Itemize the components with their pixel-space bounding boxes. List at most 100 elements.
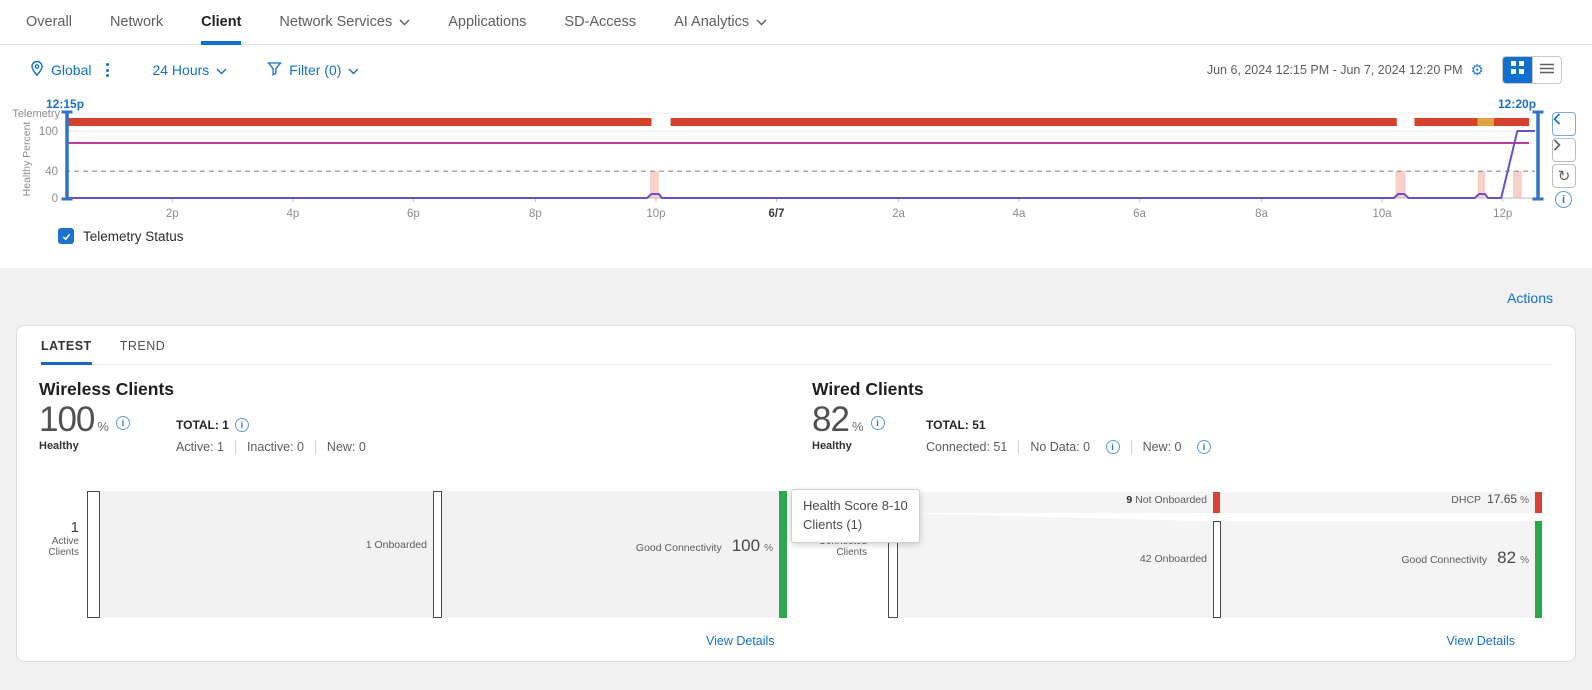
- wired-health-unit: %: [852, 419, 864, 434]
- svg-text:10p: 10p: [646, 208, 665, 220]
- info-icon[interactable]: [1197, 440, 1211, 454]
- tab-network-services-label: Network Services: [279, 14, 392, 30]
- svg-text:40: 40: [45, 166, 58, 178]
- tooltip-line1: Health Score 8-10: [803, 497, 908, 516]
- telemetry-status-checkbox[interactable]: [58, 228, 74, 244]
- dashboard-view-button[interactable]: [1503, 57, 1532, 83]
- chevron-down-icon: [399, 14, 410, 30]
- wired-good-connectivity-bar[interactable]: [1535, 521, 1542, 618]
- wired-stat-new: New: 0: [1143, 440, 1211, 454]
- wireless-view-details-link[interactable]: View Details: [706, 634, 775, 648]
- info-icon[interactable]: [235, 418, 249, 432]
- wired-health-value: 82: [812, 402, 849, 437]
- health-score-tooltip: Health Score 8-10 Clients (1): [791, 489, 920, 543]
- wireless-source-bar[interactable]: [87, 491, 100, 618]
- wireless-onboarded-bar[interactable]: [433, 491, 442, 618]
- client-health-card: LATEST TREND Wireless Clients 100 % Heal…: [16, 325, 1576, 662]
- timeline-svg: 2p4p6p8p10p6/72a4a6a8a10a12pTelemetry100…: [0, 95, 1592, 230]
- site-scope-label: Global: [51, 62, 91, 78]
- time-range-label: 24 Hours: [152, 62, 209, 78]
- tab-client[interactable]: Client: [201, 0, 241, 45]
- card-tab-row: LATEST TREND: [41, 339, 1551, 365]
- wired-not-onboarded-bar[interactable]: [1213, 492, 1220, 513]
- svg-text:6p: 6p: [407, 208, 420, 220]
- tab-network-label: Network: [110, 14, 163, 30]
- wired-health-block: 82 % Healthy: [812, 402, 885, 452]
- wired-stat-connected: Connected: 51: [926, 440, 1007, 454]
- filter-button[interactable]: Filter (0): [267, 62, 359, 79]
- list-view-button[interactable]: [1532, 57, 1561, 83]
- wireless-stat-active: Active: 1: [176, 440, 224, 454]
- chevron-down-icon: [216, 62, 227, 78]
- refresh-icon: ↻: [1558, 169, 1571, 184]
- time-range-selector[interactable]: 24 Hours: [152, 62, 227, 78]
- top-nav: Overall Network Client Network Services …: [0, 0, 1592, 45]
- wired-flow-onboarded: [898, 513, 1213, 618]
- wireless-connectivity-label: Good Connectivity 100 %: [573, 536, 773, 556]
- tab-network-services[interactable]: Network Services: [279, 0, 410, 45]
- actions-link[interactable]: Actions: [1507, 290, 1553, 306]
- tab-sd-access-label: SD-Access: [564, 14, 636, 30]
- site-scope-selector[interactable]: Global: [30, 60, 91, 80]
- telemetry-status-label: Telemetry Status: [83, 229, 184, 244]
- kebab-menu-icon[interactable]: [103, 60, 112, 80]
- filter-funnel-icon: [267, 62, 282, 79]
- tab-network[interactable]: Network: [110, 0, 163, 45]
- svg-text:2a: 2a: [892, 208, 905, 220]
- wireless-good-connectivity-bar[interactable]: [779, 491, 787, 618]
- tab-applications-label: Applications: [448, 14, 526, 30]
- tooltip-line2: Clients (1): [803, 516, 908, 535]
- divider: [235, 440, 236, 454]
- svg-text:4a: 4a: [1013, 208, 1026, 220]
- range-start-time: 12:15p: [46, 97, 84, 111]
- tab-sd-access[interactable]: SD-Access: [564, 0, 636, 45]
- wired-dhcp-bar[interactable]: [1535, 492, 1542, 513]
- pan-left-button[interactable]: [1552, 112, 1576, 136]
- pan-right-button[interactable]: [1552, 138, 1576, 162]
- timeline-legend: Telemetry Status: [58, 228, 184, 244]
- refresh-button[interactable]: ↻: [1552, 164, 1576, 188]
- info-icon[interactable]: [871, 416, 885, 430]
- filter-label: Filter (0): [289, 62, 341, 78]
- chevron-down-icon: [756, 14, 767, 30]
- tab-trend[interactable]: TREND: [120, 339, 166, 364]
- wireless-source-label: 1 Active Clients: [35, 519, 79, 558]
- tab-ai-analytics[interactable]: AI Analytics: [674, 0, 767, 45]
- wired-stat-nodata: No Data: 0: [1030, 440, 1119, 454]
- info-icon[interactable]: [1106, 440, 1120, 454]
- wired-view-details-link[interactable]: View Details: [1446, 634, 1515, 648]
- svg-text:2p: 2p: [166, 208, 179, 220]
- tab-overall[interactable]: Overall: [26, 0, 72, 45]
- gear-icon[interactable]: ⚙: [1471, 63, 1484, 78]
- wired-totals: TOTAL: 51 Connected: 51 No Data: 0 New: …: [926, 418, 1211, 454]
- tab-overall-label: Overall: [26, 14, 72, 30]
- wireless-health-unit: %: [97, 419, 109, 434]
- svg-text:100: 100: [39, 126, 58, 138]
- wireless-onboarded-label: 1 Onboarded: [317, 539, 427, 551]
- svg-text:6/7: 6/7: [768, 208, 784, 220]
- wireless-stat-inactive: Inactive: 0: [247, 440, 304, 454]
- wireless-health-value: 100: [39, 402, 94, 437]
- tab-latest[interactable]: LATEST: [41, 339, 92, 365]
- wireless-clients-title: Wireless Clients: [39, 379, 174, 400]
- svg-text:4p: 4p: [286, 208, 299, 220]
- wired-onboarded-bar[interactable]: [1213, 521, 1221, 618]
- wired-not-onboarded-label: 9 Not Onboarded: [1077, 494, 1207, 506]
- range-handle-right[interactable]: [1533, 111, 1544, 201]
- wired-dhcp-label: DHCP 17.65 %: [1347, 492, 1529, 506]
- dashboard-grid-icon: [1511, 61, 1524, 79]
- client-health-page: Overall Network Client Network Services …: [0, 0, 1592, 690]
- wired-health-caption: Healthy: [812, 440, 885, 452]
- svg-text:0: 0: [52, 193, 58, 205]
- wired-clients-title: Wired Clients: [812, 379, 924, 400]
- chevron-down-icon: [348, 62, 359, 78]
- info-icon[interactable]: [116, 416, 130, 430]
- info-icon[interactable]: [1555, 191, 1572, 208]
- health-timeline-chart: 2p4p6p8p10p6/72a4a6a8a10a12pTelemetry100…: [0, 95, 1592, 230]
- range-end-time: 12:20p: [1498, 97, 1536, 111]
- wireless-health-caption: Healthy: [39, 440, 130, 452]
- wired-total-label: TOTAL: 51: [926, 418, 986, 432]
- divider: [1018, 440, 1019, 454]
- tab-applications[interactable]: Applications: [448, 0, 526, 45]
- view-toggle-group: [1502, 56, 1562, 84]
